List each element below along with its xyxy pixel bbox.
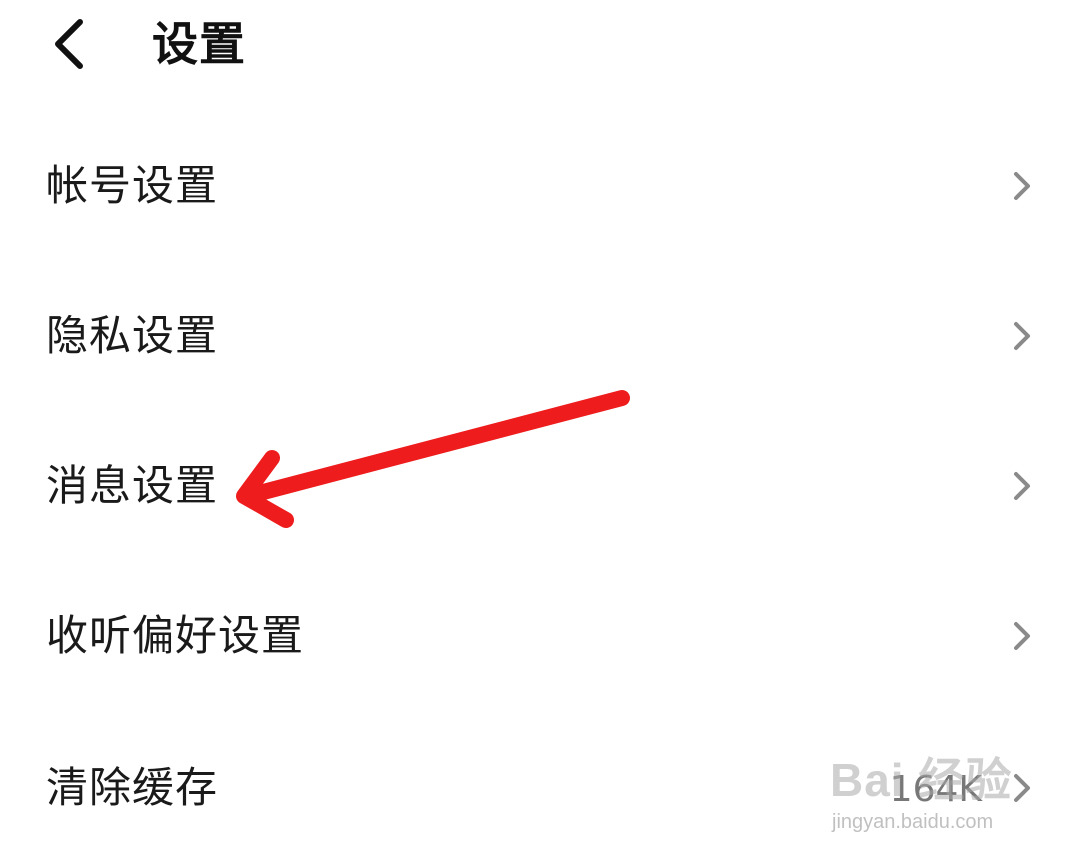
header-bar: 设置 bbox=[0, 0, 1080, 92]
menu-item-listening-preferences[interactable]: 收听偏好设置 bbox=[0, 576, 1080, 696]
menu-item-account-settings[interactable]: 帐号设置 bbox=[0, 126, 1080, 246]
menu-item-clear-cache[interactable]: 清除缓存 164K bbox=[0, 728, 1080, 848]
chevron-right-icon bbox=[1010, 772, 1034, 804]
menu-item-label: 隐私设置 bbox=[46, 311, 219, 360]
page-title: 设置 bbox=[152, 17, 246, 71]
menu-item-privacy-settings[interactable]: 隐私设置 bbox=[0, 276, 1080, 396]
chevron-left-icon bbox=[55, 19, 83, 69]
chevron-right-icon bbox=[1010, 470, 1034, 502]
chevron-right-icon bbox=[1010, 620, 1034, 652]
cache-size-value: 164K bbox=[889, 769, 982, 810]
menu-item-label: 清除缓存 bbox=[46, 763, 219, 812]
menu-item-label: 帐号设置 bbox=[46, 161, 219, 210]
chevron-right-icon bbox=[1010, 170, 1034, 202]
menu-item-label: 消息设置 bbox=[46, 461, 219, 510]
settings-screen: 设置 帐号设置 隐私设置 消息设置 收听偏好设置 清除缓存 164K Bai 经… bbox=[0, 0, 1080, 859]
back-button[interactable] bbox=[40, 12, 104, 76]
menu-item-label: 收听偏好设置 bbox=[46, 611, 305, 660]
chevron-right-icon bbox=[1010, 320, 1034, 352]
menu-item-message-settings[interactable]: 消息设置 bbox=[0, 426, 1080, 546]
